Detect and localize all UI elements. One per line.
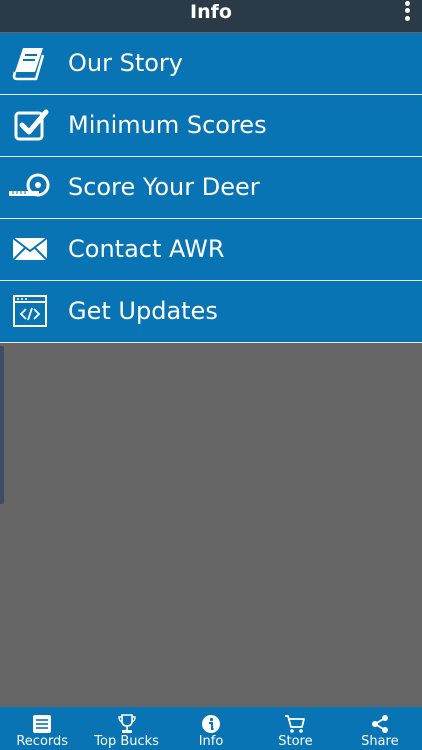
page-title: Info (190, 1, 232, 23)
edge-drawer-handle[interactable] (0, 346, 4, 504)
tape-measure-icon (9, 166, 51, 208)
tab-label: Store (278, 734, 313, 749)
tab-store[interactable]: Store (253, 707, 337, 750)
tab-label: Share (361, 734, 399, 749)
menu-item-label: Minimum Scores (68, 111, 267, 139)
tab-label: Records (16, 734, 69, 749)
checkbox-icon (9, 104, 51, 146)
tab-label: Top Bucks (94, 734, 159, 749)
menu-item-label: Get Updates (68, 297, 218, 325)
tab-top-bucks[interactable]: Top Bucks (84, 707, 168, 750)
tab-info[interactable]: Info (169, 707, 253, 750)
info-menu: Our Story Minimum Scores Score Your Deer (0, 33, 422, 343)
trophy-icon (116, 714, 138, 734)
menu-item-label: Score Your Deer (68, 173, 260, 201)
share-icon (369, 714, 391, 734)
menu-item-minimum-scores[interactable]: Minimum Scores (0, 95, 422, 157)
menu-item-label: Contact AWR (68, 235, 225, 263)
menu-item-label: Our Story (68, 49, 183, 77)
menu-item-contact-awr[interactable]: Contact AWR (0, 219, 422, 281)
book-icon (9, 42, 51, 84)
list-icon (31, 714, 53, 734)
tab-records[interactable]: Records (0, 707, 84, 750)
menu-item-score-your-deer[interactable]: Score Your Deer (0, 157, 422, 219)
tab-label: Info (198, 734, 224, 749)
menu-item-our-story[interactable]: Our Story (0, 33, 422, 95)
info-icon (200, 714, 222, 734)
cart-icon (284, 714, 306, 734)
envelope-icon (9, 228, 51, 270)
code-window-icon (9, 290, 51, 332)
tab-share[interactable]: Share (338, 707, 422, 750)
app-header: Info (0, 0, 422, 32)
bottom-tab-bar: Records Top Bucks Info Store Share (0, 707, 422, 750)
menu-item-get-updates[interactable]: Get Updates (0, 281, 422, 343)
overflow-menu-icon[interactable] (400, 0, 414, 22)
